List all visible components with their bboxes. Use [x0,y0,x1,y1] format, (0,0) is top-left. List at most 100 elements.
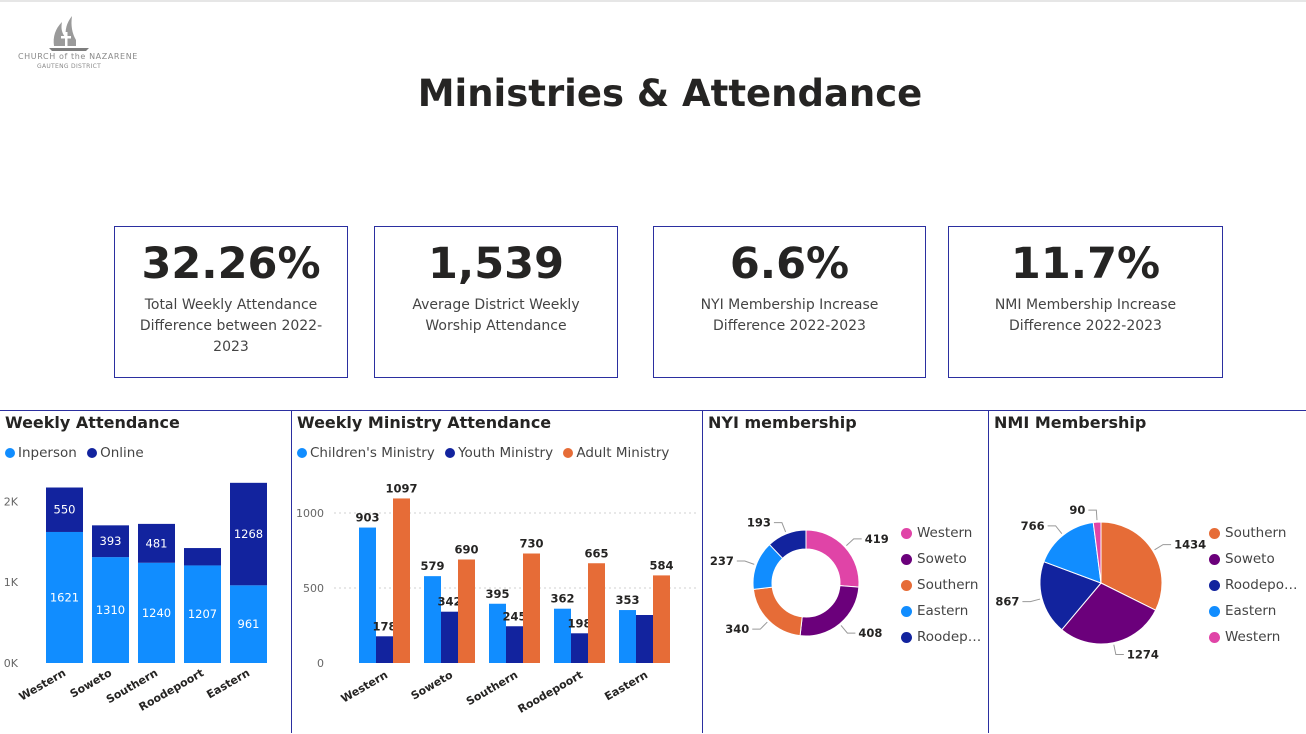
data-label: 690 [454,543,478,557]
leader-line [773,522,787,533]
page-title: Ministries & Attendance [417,72,923,115]
y-tick-label: 0K [4,657,19,670]
legend-item-roodepo[interactable]: Roodepo… [1209,572,1298,598]
legend-label: Soweto [917,551,967,567]
slice-label: 340 [725,622,749,636]
nyi-legend: Western Soweto Southern Eastern Roodep… [901,520,981,650]
slice-soweto [799,585,860,637]
legend-marker [901,553,912,565]
data-label: 245 [502,609,526,623]
legend-item-southern[interactable]: Southern [901,572,981,598]
legend-marker [1209,579,1220,591]
data-label: 1097 [385,481,417,495]
bar-children-s-ministry-soweto [424,576,441,663]
legend-item-roodep[interactable]: Roodep… [901,624,981,650]
legend-item-eastern[interactable]: Eastern [901,598,981,624]
leader-line [1088,509,1098,521]
logo-district: GAUTENG DISTRICT [37,63,102,70]
leader-line [1047,525,1063,534]
legend-item-soweto[interactable]: Soweto [901,546,981,572]
y-tick-label: 2K [4,495,19,508]
leader-line [840,625,856,634]
ministry-attendance-panel: Weekly Ministry Attendance Children's Mi… [291,410,702,733]
ministry-attendance-chart: 0 500 1000 903 178 1097 Western 579 342 690 Soweto… [296,481,697,716]
church-logo: CHURCH of the NAZARENE GAUTENG DISTRICT [14,12,137,72]
y-tick-label: 500 [303,582,324,595]
legend-label: Eastern [917,603,969,619]
legend-marker [1209,553,1220,565]
data-label: 342 [437,595,461,609]
x-tick-label: Western [17,666,68,703]
data-label: 903 [355,511,379,525]
kpi-label: Average District Weekly Worship Attendan… [412,297,580,334]
slice-label: 1274 [1127,647,1159,661]
weekly-attendance-chart: 0K1K2K1621550Western1310393Soweto1240481… [4,482,267,714]
legend-item-western[interactable]: Western [1209,624,1298,650]
slice-western [805,529,860,588]
x-tick-label: Eastern [602,668,650,703]
data-label: 665 [584,546,608,560]
slice-label: 90 [1069,503,1085,517]
legend-marker [1209,527,1220,539]
slice-label: 867 [995,595,1019,609]
slice-label: 237 [710,554,734,568]
legend-label: Southern [917,577,979,593]
legend-item-southern[interactable]: Southern [1209,520,1298,546]
legend-label: Southern [1225,525,1287,541]
legend-marker [1209,605,1220,617]
y-tick-label: 1K [4,576,19,589]
bar-youth-ministry-southern [506,626,523,663]
data-label: 1310 [96,603,125,617]
bar-youth-ministry-eastern [636,615,653,663]
slice-label: 419 [865,532,889,546]
data-label: 1207 [188,607,217,621]
legend-label: Western [917,525,973,541]
legend-label: Eastern [1225,603,1277,619]
bar-adult-ministry-southern [523,553,540,663]
leader-line [1113,644,1124,655]
data-label: 393 [100,534,122,548]
kpi-value: 1,539 [427,239,564,289]
bar-youth-ministry-roodepoort [571,633,588,663]
weekly-attendance-panel: Weekly Attendance Inperson Online 0K 1K 2K… [0,410,291,733]
data-label: 730 [519,537,543,551]
data-label: 1621 [50,590,79,604]
legend-item-western[interactable]: Western [901,520,981,546]
bar-youth-ministry-western [376,636,393,663]
leader-line [752,621,768,630]
kpi-label: Total Weekly Attendance Difference betwe… [139,297,323,355]
leader-line [846,538,862,547]
bar-online-roodepoort [184,548,221,566]
legend-marker [901,579,912,591]
y-tick-label: 1000 [296,507,324,520]
data-label: 353 [615,593,639,607]
kpi-value: 32.26% [141,239,321,289]
nyi-membership-panel: NYI membership 419 408 340 237 193 Western So… [702,410,988,733]
legend-label: Roodep… [917,629,982,645]
legend-marker [901,605,912,617]
bar-adult-ministry-western [393,498,410,663]
bar-youth-ministry-soweto [441,611,458,663]
data-label: 961 [238,617,260,631]
data-label: 1268 [234,527,263,541]
legend-label: Soweto [1225,551,1275,567]
legend-item-eastern[interactable]: Eastern [1209,598,1298,624]
bar-children-s-ministry-western [359,527,376,663]
leader-line [1154,544,1172,551]
legend-marker [1209,631,1220,643]
data-label: 584 [649,558,673,572]
slice-label: 193 [747,516,771,530]
nmi-legend: Southern Soweto Roodepo… Eastern Western [1209,520,1298,650]
legend-label: Roodepo… [1225,577,1298,593]
bar-adult-ministry-roodepoort [588,563,605,663]
x-tick-label: Southern [464,668,520,708]
kpi-card-total-attendance-difference: 32.26% Total Weekly Attendance Differenc… [114,226,348,378]
bar-children-s-ministry-eastern [619,610,636,663]
x-tick-label: Soweto [409,668,456,702]
bar-adult-ministry-soweto [458,559,475,663]
kpi-label: NMI Membership Increase Difference 2022-… [994,297,1177,334]
legend-item-soweto[interactable]: Soweto [1209,546,1298,572]
legend-label: Western [1225,629,1281,645]
kpi-label: NYI Membership Increase Difference 2022-… [700,297,879,334]
slice-label: 766 [1021,519,1045,533]
